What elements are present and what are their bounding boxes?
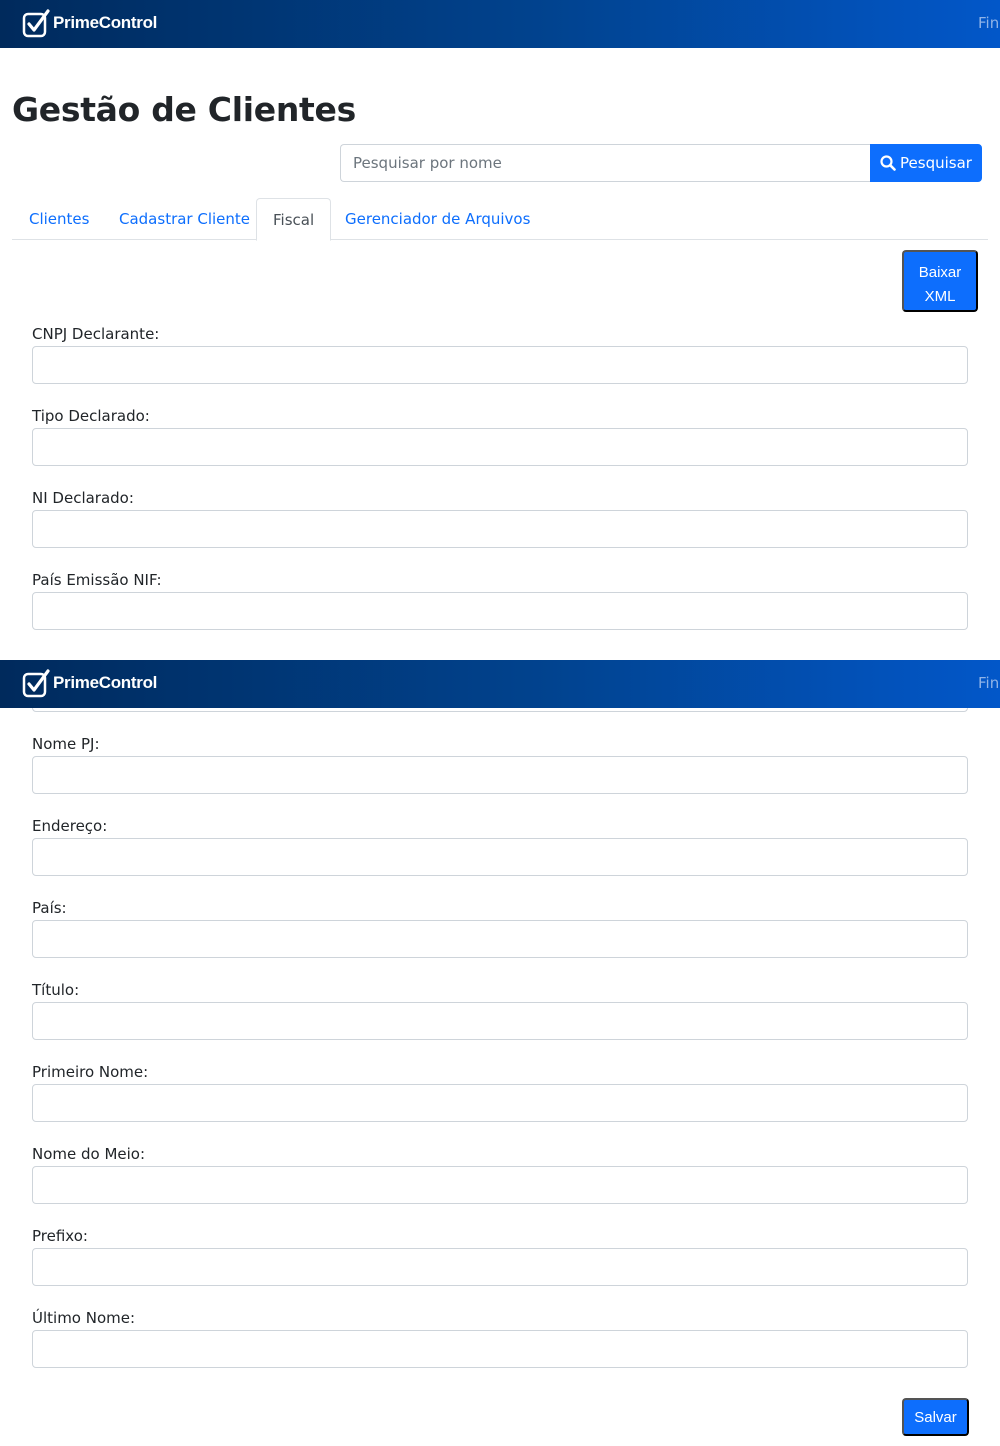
search-button[interactable]: Pesquisar xyxy=(870,144,982,182)
page-title: Gestão de Clientes xyxy=(12,90,356,129)
download-xml-label-line1: Baixar xyxy=(918,263,962,281)
nome-pj-input[interactable] xyxy=(32,756,968,794)
tab-gerenciador-de-arquivos[interactable]: Gerenciador de Arquivos xyxy=(329,198,546,240)
titulo-label: Título: xyxy=(32,981,80,999)
nome-do-meio-label: Nome do Meio: xyxy=(32,1145,146,1163)
pais-label: País: xyxy=(32,899,67,917)
save-button[interactable]: Salvar xyxy=(902,1398,969,1436)
search-input[interactable] xyxy=(340,144,871,182)
ultimo-nome-label: Último Nome: xyxy=(32,1309,136,1327)
ni-declarado-label: NI Declarado: xyxy=(32,489,134,507)
nome-pj-label: Nome PJ: xyxy=(32,735,100,753)
ultimo-nome-input[interactable] xyxy=(32,1330,968,1368)
endereco-label: Endereço: xyxy=(32,817,108,835)
ni-declarado-input[interactable] xyxy=(32,510,968,548)
nome-do-meio-input[interactable] xyxy=(32,1166,968,1204)
prefixo-label: Prefixo: xyxy=(32,1227,88,1245)
endereco-input[interactable] xyxy=(32,838,968,876)
brand-name[interactable]: PrimeControl xyxy=(53,13,157,33)
search-button-label: Pesquisar xyxy=(900,154,972,172)
top-navbar: PrimeControl Fina xyxy=(0,0,1000,48)
pais-emissao-nif-label: País Emissão NIF: xyxy=(32,571,162,589)
primeiro-nome-input[interactable] xyxy=(32,1084,968,1122)
nav-link[interactable]: Fina xyxy=(978,674,1000,692)
download-xml-label-line2: XML xyxy=(924,287,956,305)
cnpj-declarante-label: CNPJ Declarante: xyxy=(32,325,160,343)
nav-link[interactable]: Fina xyxy=(978,14,1000,32)
pais-emissao-nif-input[interactable] xyxy=(32,592,968,630)
prefixo-input[interactable] xyxy=(32,1248,968,1286)
cnpj-declarante-input[interactable] xyxy=(32,346,968,384)
primeiro-nome-label: Primeiro Nome: xyxy=(32,1063,149,1081)
tipo-declarado-label: Tipo Declarado: xyxy=(32,407,150,425)
top-navbar-repeat: PrimeControl Fina xyxy=(0,660,1000,708)
tab-fiscal[interactable]: Fiscal xyxy=(256,198,332,241)
tab-bar: Clientes Cadastrar Cliente Fiscal Gerenc… xyxy=(12,198,988,241)
tipo-declarado-input[interactable] xyxy=(32,428,968,466)
search-icon xyxy=(880,155,896,171)
logo-icon xyxy=(22,9,50,38)
tab-clientes[interactable]: Clientes xyxy=(13,198,105,240)
titulo-input[interactable] xyxy=(32,1002,968,1040)
download-xml-button[interactable]: Baixar XML xyxy=(902,250,978,312)
pais-input[interactable] xyxy=(32,920,968,958)
logo-icon xyxy=(22,669,50,698)
brand-name[interactable]: PrimeControl xyxy=(53,673,157,693)
tab-cadastrar-cliente[interactable]: Cadastrar Cliente xyxy=(103,198,266,240)
